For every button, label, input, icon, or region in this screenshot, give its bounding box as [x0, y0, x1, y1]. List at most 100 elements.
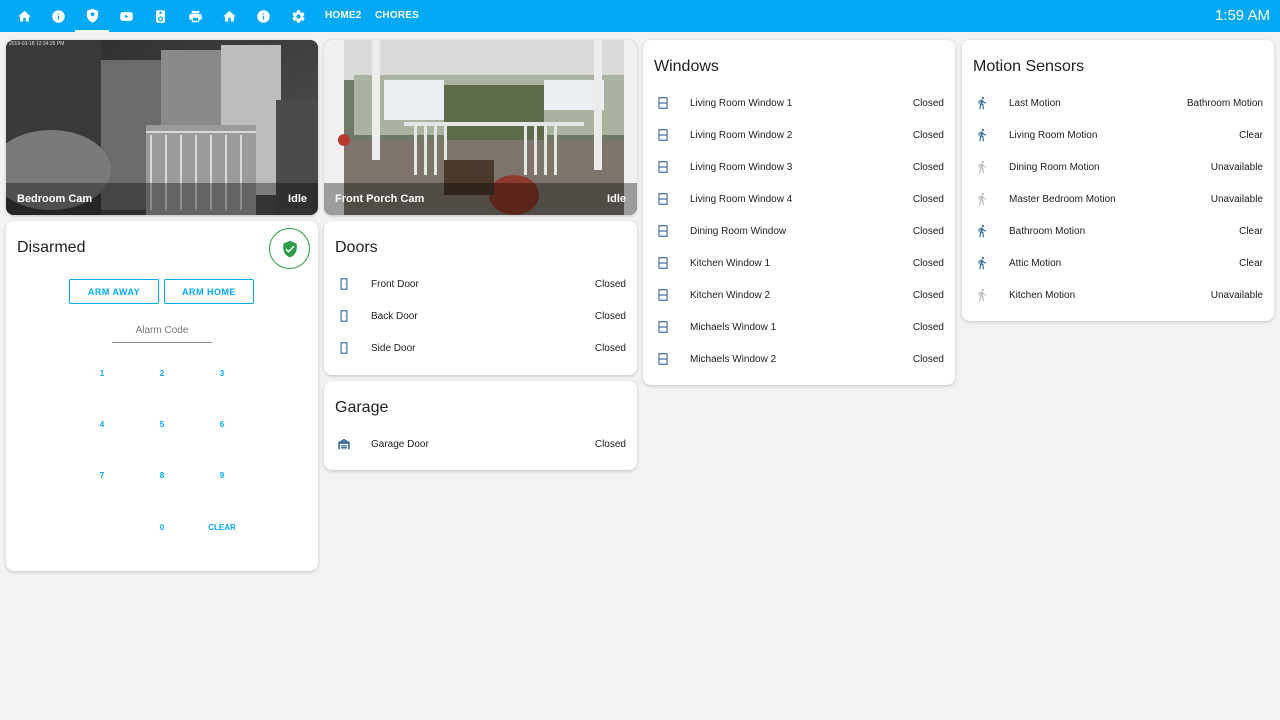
- window-row[interactable]: Living Room Window 3 Closed: [643, 155, 955, 179]
- tab-info2[interactable]: [246, 0, 280, 32]
- window-state: Closed: [912, 130, 944, 141]
- door-row[interactable]: Front Door Closed: [324, 272, 637, 296]
- motion-row[interactable]: Living Room Motion Clear: [962, 123, 1274, 147]
- motion-state: Unavailable: [1210, 194, 1263, 205]
- window-row[interactable]: Michaels Window 1 Closed: [643, 315, 955, 339]
- motion-title: Motion Sensors: [973, 58, 1085, 75]
- speaker-icon: [155, 9, 165, 23]
- window-row[interactable]: Kitchen Window 1 Closed: [643, 251, 955, 275]
- motion-row[interactable]: Master Bedroom Motion Unavailable: [962, 187, 1274, 211]
- tab-home[interactable]: [7, 0, 41, 32]
- keypad-4[interactable]: 4: [82, 414, 122, 434]
- window-icon: [655, 287, 671, 303]
- printer-icon: [188, 10, 202, 22]
- motion-row[interactable]: Dining Room Motion Unavailable: [962, 155, 1274, 179]
- window-row[interactable]: Dining Room Window Closed: [643, 219, 955, 243]
- motion-row[interactable]: Attic Motion Clear: [962, 251, 1274, 275]
- camera-card-front-porch[interactable]: Front Porch Cam Idle: [324, 40, 637, 215]
- keypad-9[interactable]: 9: [202, 465, 242, 485]
- motion-label: Living Room Motion: [1009, 130, 1098, 141]
- door-state: Closed: [594, 279, 626, 290]
- window-label: Michaels Window 2: [690, 354, 777, 365]
- window-state: Closed: [912, 354, 944, 365]
- window-label: Dining Room Window: [690, 226, 787, 237]
- window-state: Closed: [912, 258, 944, 269]
- tab-security[interactable]: [75, 0, 109, 32]
- keypad-5[interactable]: 5: [142, 414, 182, 434]
- info-icon: [51, 9, 65, 23]
- arm-away-button[interactable]: ARM AWAY: [69, 279, 159, 304]
- window-icon: [655, 351, 671, 367]
- window-row[interactable]: Living Room Window 2 Closed: [643, 123, 955, 147]
- tab-speaker[interactable]: [143, 0, 177, 32]
- door-label: Back Door: [371, 311, 418, 322]
- tab-printer[interactable]: [178, 0, 212, 32]
- keypad-1[interactable]: 1: [82, 363, 122, 383]
- motion-label: Attic Motion: [1009, 258, 1062, 269]
- tab-media[interactable]: [109, 0, 143, 32]
- motion-row[interactable]: Kitchen Motion Unavailable: [962, 283, 1274, 307]
- motion-row[interactable]: Bathroom Motion Clear: [962, 219, 1274, 243]
- window-label: Living Room Window 4: [690, 194, 793, 205]
- keypad-0[interactable]: 0: [142, 517, 182, 537]
- door-label: Front Door: [371, 279, 419, 290]
- window-row[interactable]: Kitchen Window 2 Closed: [643, 283, 955, 307]
- window-label: Kitchen Window 2: [690, 290, 771, 301]
- keypad-6[interactable]: 6: [202, 414, 242, 434]
- garage-row[interactable]: Garage Door Closed: [324, 432, 637, 456]
- window-icon: [655, 223, 671, 239]
- motion-state: Unavailable: [1210, 290, 1263, 301]
- motion-row[interactable]: Last Motion Bathroom Motion: [962, 91, 1274, 115]
- camera-card-bedroom[interactable]: 2019-03-18 12:34:25 PM Bedroom Cam Idle: [6, 40, 318, 215]
- camera-name: Bedroom Cam: [17, 193, 93, 205]
- door-icon: [336, 340, 352, 356]
- door-label: Side Door: [371, 343, 416, 354]
- window-state: Closed: [912, 162, 944, 173]
- walk-icon: [974, 95, 990, 111]
- window-row[interactable]: Living Room Window 4 Closed: [643, 187, 955, 211]
- tab-home2-text[interactable]: HOME2: [325, 0, 362, 32]
- door-icon: [336, 276, 352, 292]
- alarm-state-title: Disarmed: [17, 239, 86, 256]
- walk-icon: [974, 127, 990, 143]
- keypad-clear[interactable]: CLEAR: [202, 517, 242, 537]
- home-icon: [222, 10, 236, 21]
- window-row[interactable]: Living Room Window 1 Closed: [643, 91, 955, 115]
- keypad-2[interactable]: 2: [142, 363, 182, 383]
- window-state: Closed: [912, 322, 944, 333]
- home-icon: [17, 10, 31, 21]
- motion-label: Bathroom Motion: [1009, 226, 1086, 237]
- camera-timestamp: 2019-03-18 12:34:25 PM: [9, 41, 65, 47]
- tab-home2[interactable]: [212, 0, 246, 32]
- motion-label: Kitchen Motion: [1009, 290, 1076, 301]
- motion-sensors-card: Motion Sensors Last Motion Bathroom Motio…: [962, 40, 1274, 321]
- alarm-status-badge[interactable]: [269, 228, 310, 269]
- alarm-panel-card: Disarmed ARM AWAY ARM HOME Alarm Code 1 …: [6, 221, 318, 571]
- keypad-8[interactable]: 8: [142, 465, 182, 485]
- motion-state: Clear: [1239, 226, 1263, 237]
- tab-settings[interactable]: [281, 0, 315, 32]
- arm-home-button[interactable]: ARM HOME: [164, 279, 254, 304]
- doors-title: Doors: [335, 239, 378, 256]
- motion-label: Dining Room Motion: [1009, 162, 1100, 173]
- window-label: Living Room Window 1: [690, 98, 793, 109]
- door-state: Closed: [594, 343, 626, 354]
- door-state: Closed: [594, 311, 626, 322]
- keypad-7[interactable]: 7: [82, 465, 122, 485]
- top-app-bar: HOME2 CHORES 1:59 AM: [0, 0, 1280, 32]
- shield-icon: [86, 8, 98, 22]
- window-row[interactable]: Michaels Window 2 Closed: [643, 347, 955, 371]
- window-label: Michaels Window 1: [690, 322, 777, 333]
- alarm-code-input[interactable]: Alarm Code: [112, 325, 212, 343]
- motion-state: Bathroom Motion: [1186, 98, 1263, 109]
- keypad-3[interactable]: 3: [202, 363, 242, 383]
- window-icon: [655, 159, 671, 175]
- tab-info[interactable]: [41, 0, 75, 32]
- door-row[interactable]: Back Door Closed: [324, 304, 637, 328]
- garage-label: Garage Door: [371, 439, 429, 450]
- shield-check-icon: [282, 240, 297, 257]
- windows-title: Windows: [654, 58, 719, 75]
- camera-name: Front Porch Cam: [335, 193, 425, 205]
- door-row[interactable]: Side Door Closed: [324, 336, 637, 360]
- tab-chores[interactable]: CHORES: [375, 0, 419, 32]
